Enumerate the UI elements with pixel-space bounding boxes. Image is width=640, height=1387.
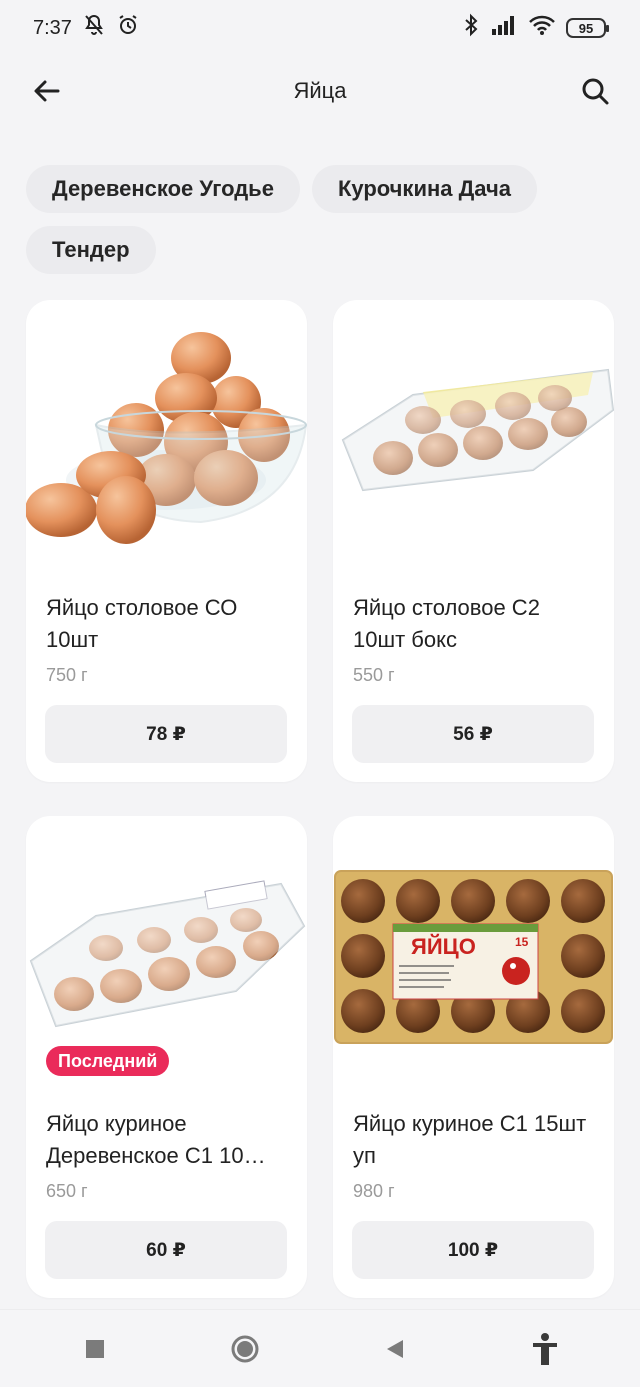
battery-icon: 95	[566, 18, 609, 38]
signal-icon	[490, 14, 518, 42]
back-triangle-icon[interactable]	[375, 1329, 415, 1369]
product-image-eggs-box	[341, 368, 614, 492]
bluetooth-icon	[462, 13, 480, 43]
product-card[interactable]: Последний Яйцо куриное Деревенское С1 10…	[26, 816, 307, 1298]
add-to-cart-button[interactable]: 60 ₽	[45, 1221, 287, 1279]
recents-square-icon[interactable]	[75, 1329, 115, 1369]
add-to-cart-button[interactable]: 100 ₽	[352, 1221, 594, 1279]
system-nav-bar	[0, 1309, 640, 1387]
header: Яйца	[0, 56, 640, 126]
accessibility-icon[interactable]	[525, 1329, 565, 1369]
chip-tender[interactable]: Тендер	[26, 226, 156, 274]
product-grid: Яйцо столовое СО 10шт 750 г 78 ₽ Яйцо ст…	[26, 300, 614, 1298]
wifi-icon	[528, 14, 556, 42]
search-icon[interactable]	[578, 74, 612, 108]
product-weight: 650 г	[46, 1181, 88, 1201]
product-card[interactable]: Яйцо столовое СО 10шт 750 г 78 ₽	[26, 300, 307, 782]
status-time: 7:37	[33, 16, 72, 39]
tray-label-count: 15	[515, 935, 529, 949]
page-title: Яйца	[293, 78, 347, 103]
chip-kurochkina-dacha[interactable]: Курочкина Дача	[311, 165, 537, 213]
brand-filter-chips: Деревенское Угодье Курочкина Дача Тендер	[26, 165, 616, 274]
product-card[interactable]: Яйцо столовое С2 10шт бокс 550 г 56 ₽	[333, 300, 614, 782]
product-card[interactable]: ЯЙЦО 15 Яйцо куриное С1 15шт уп 980 г 10…	[333, 816, 614, 1298]
back-arrow-icon[interactable]	[30, 74, 64, 108]
last-item-badge: Последний	[46, 1046, 170, 1076]
product-weight: 550 г	[353, 665, 395, 685]
battery-level: 95	[578, 20, 594, 36]
product-image-eggs-bowl	[26, 332, 307, 544]
product-weight: 750 г	[46, 665, 88, 685]
product-name: Яйцо куриное С1 15шт уп	[353, 1111, 587, 1168]
product-name: Яйцо столовое СО 10шт	[46, 595, 238, 652]
product-name: Яйцо куриное Деревенское С1 10…	[46, 1111, 266, 1168]
chip-derevenskoe-ugodie[interactable]: Деревенское Угодье	[26, 165, 300, 213]
home-circle-icon[interactable]	[225, 1329, 265, 1369]
tray-label-title: ЯЙЦО	[411, 934, 476, 959]
alarm-icon	[116, 13, 140, 43]
add-to-cart-button[interactable]: 78 ₽	[45, 705, 287, 763]
product-weight: 980 г	[353, 1181, 395, 1201]
status-bar: 7:37 95	[0, 0, 640, 56]
product-image-eggs-tray: ЯЙЦО 15	[334, 870, 613, 1044]
product-name: Яйцо столовое С2 10шт бокс	[353, 595, 540, 652]
mute-bell-icon	[82, 13, 106, 43]
add-to-cart-button[interactable]: 56 ₽	[352, 705, 594, 763]
